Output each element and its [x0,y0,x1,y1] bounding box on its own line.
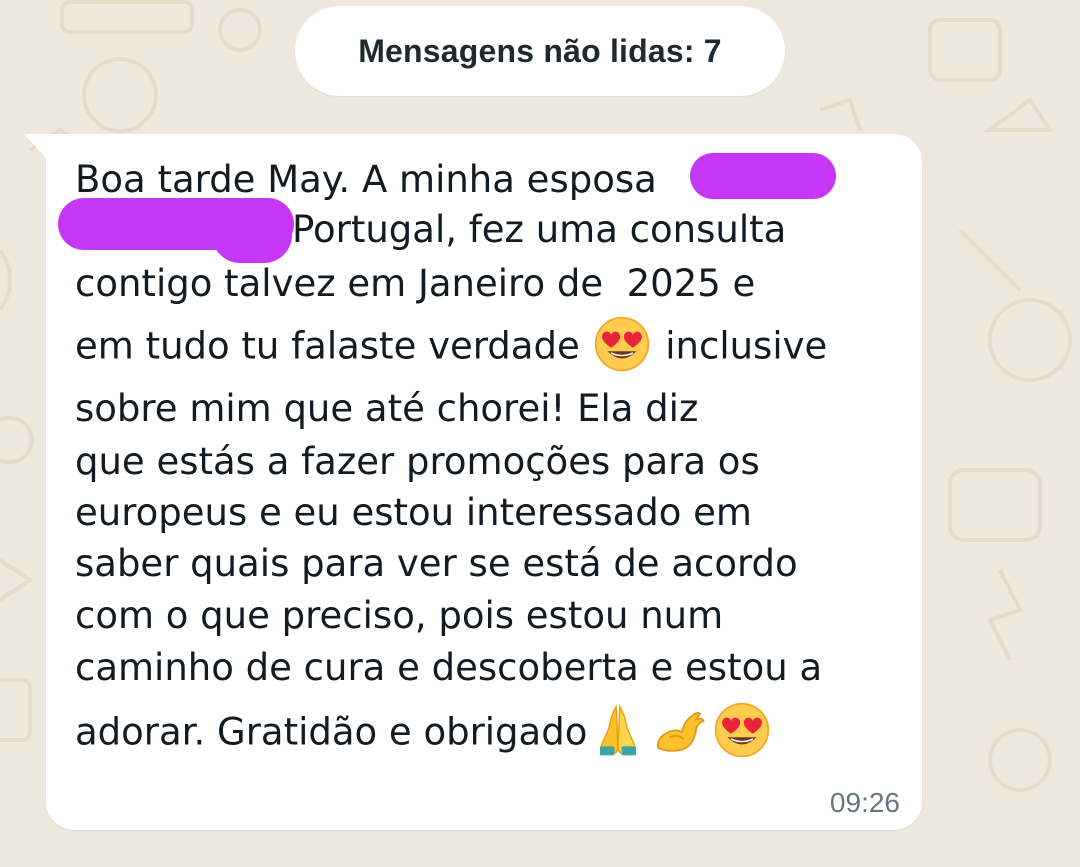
redaction-mark [690,153,836,199]
unread-messages-label: Mensagens não lidas: 7 [358,32,722,69]
folded-hands-emoji [589,701,647,759]
message-text-line: sobre mim que até chorei! Ela diz [75,387,699,430]
message-text-line: saber quais para ver se está de acordo [75,542,798,585]
message-timestamp: 09:26 [829,787,900,818]
message-text-line: Portugal, fez uma consulta [292,208,787,251]
heart-eyes-emoji [593,315,651,373]
message-text-segment: adorar. Gratidão e obrigado [75,710,588,754]
heart-eyes-emoji [713,701,771,759]
message-text-line: caminho de cura e descoberta e estou a [75,646,823,689]
message-text-segment: em tudo tu falaste verdade [75,324,592,368]
redaction-mark [212,207,292,263]
message-text-line: Boa tarde May. A minha esposa [75,158,657,201]
message-text-line: contigo talvez em Janeiro de 2025 e [75,262,756,305]
message-text-segment: inclusive [653,324,828,368]
message-text-line: adorar. Gratidão e obrigado [75,702,773,759]
flexed-biceps-emoji [651,701,709,759]
message-text-line: com o que preciso, pois estou num [75,594,724,637]
message-text-line: europeus e eu estou interessado em [75,491,752,534]
message-text-line: em tudo tu falaste verdade inclusive [75,316,828,373]
bubble-tail [24,134,48,160]
message-text-line: que estás a fazer promoções para os [75,440,760,483]
unread-messages-banner: Mensagens não lidas: 7 [295,6,785,96]
